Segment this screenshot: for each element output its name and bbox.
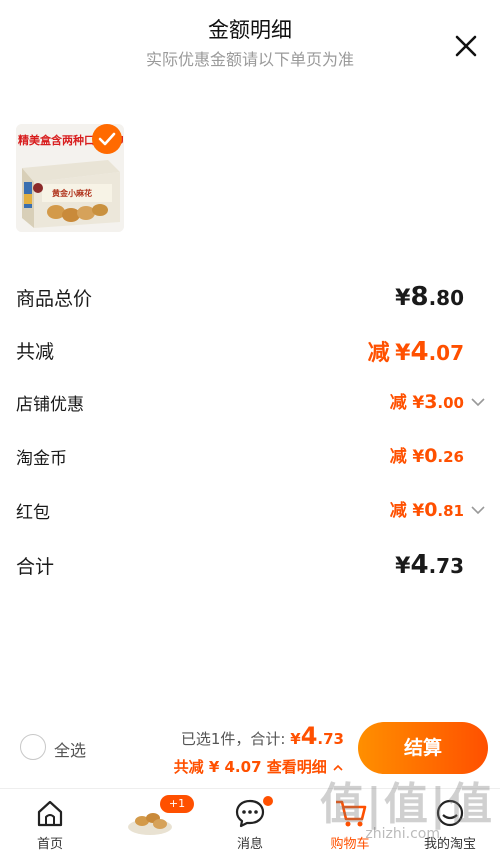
amount-decimal: .26	[437, 448, 464, 466]
tao-coin-label: 淘金币	[16, 449, 67, 469]
select-all-label: 全选	[54, 741, 87, 760]
red-packet-value: 减 ¥0.81	[390, 496, 464, 521]
detail-header: 金额明细 实际优惠金额请以下单页为准	[0, 0, 500, 80]
product-box-text: 黄金小麻花	[52, 189, 92, 198]
amount-integer: 0	[424, 499, 438, 521]
goods-total-value: ¥8.80	[395, 282, 464, 312]
amount-integer: 3	[424, 391, 438, 413]
row-tao-coin: 淘金币 减 ¥0.26	[16, 438, 486, 478]
discount-prefix: 减	[389, 447, 407, 467]
product-banner-text: 精美盒含两种口	[18, 134, 95, 147]
amount-decimal: .73	[428, 554, 464, 578]
amount-integer: 4	[410, 550, 429, 580]
tab-messages-label: 消息	[236, 837, 263, 852]
chevron-down-icon[interactable]	[470, 502, 486, 518]
home-icon	[37, 800, 63, 827]
currency-symbol: ¥	[395, 341, 411, 366]
checkmark-icon	[98, 132, 116, 146]
currency-symbol: ¥	[412, 393, 425, 413]
sum-label: 合计	[16, 556, 55, 578]
currency-symbol: ¥	[395, 554, 411, 579]
chat-bubble-icon	[235, 799, 265, 828]
discount-total-text: 共减 ¥ 4.07	[173, 758, 262, 776]
goods-total-label: 商品总价	[16, 288, 93, 310]
discount-prefix: 减	[367, 341, 390, 366]
row-goods-total: 商品总价 ¥8.80	[16, 278, 486, 318]
selected-summary: 已选1件，合计: ¥4.73	[181, 722, 344, 750]
item-checkbox[interactable]	[92, 124, 122, 154]
order-summary: 已选1件，合计: ¥4.73 共减 ¥ 4.07 查看明细	[144, 722, 344, 782]
discount-prefix: 减	[389, 501, 407, 521]
shop-coupon-value: 减 ¥3.00	[390, 388, 464, 413]
amount-integer: 4	[300, 722, 318, 750]
currency-symbol: ¥	[412, 447, 425, 467]
currency-symbol: ¥	[395, 286, 411, 311]
amount-decimal: .07	[428, 341, 464, 365]
site-watermark: 值|值|值	[319, 779, 494, 830]
amount-decimal: .00	[437, 394, 464, 412]
summary-total: ¥4.73	[290, 722, 344, 750]
plus-one-badge: +1	[160, 795, 194, 813]
row-shop-coupon[interactable]: 店铺优惠 减 ¥3.00	[16, 384, 486, 424]
select-all-radio[interactable]	[20, 734, 46, 760]
amount-decimal: .81	[437, 502, 464, 520]
view-detail-link[interactable]: 查看明细	[267, 758, 327, 776]
page-subtitle: 实际优惠金额请以下单页为准	[145, 50, 354, 69]
shop-coupon-label: 店铺优惠	[16, 395, 84, 415]
site-watermark-url: zhizhi.com	[365, 826, 440, 842]
close-button[interactable]	[450, 30, 482, 62]
tab-messages[interactable]: 消息	[200, 789, 300, 852]
total-discount-label: 共减	[16, 341, 55, 363]
red-packet-label: 红包	[16, 503, 50, 523]
tab-home[interactable]: 首页	[0, 789, 100, 852]
amount-integer: 0	[424, 445, 438, 467]
amount-integer: 8	[410, 282, 429, 312]
tab-product-preview[interactable]: +1	[100, 789, 200, 852]
page-title: 金额明细	[208, 18, 292, 42]
total-discount-value: 减 ¥4.07	[368, 335, 464, 367]
discount-summary[interactable]: 共减 ¥ 4.07 查看明细	[174, 756, 344, 777]
currency-symbol: ¥	[412, 501, 425, 521]
amount-integer: 4	[410, 337, 429, 367]
row-sum: 合计 ¥4.73	[16, 546, 486, 586]
sum-value: ¥4.73	[395, 550, 464, 580]
tab-home-label: 首页	[36, 837, 63, 852]
close-icon	[455, 35, 477, 57]
currency-symbol: ¥	[290, 730, 301, 748]
selected-count-text: 已选1件，合计:	[180, 730, 286, 748]
checkout-button[interactable]: 结算	[358, 722, 488, 774]
row-total-discount: 共减 减 ¥4.07	[16, 331, 486, 371]
message-dot-badge	[263, 796, 273, 806]
discount-prefix: 减	[389, 393, 407, 413]
tao-coin-value: 减 ¥0.26	[390, 442, 464, 467]
amount-decimal: .80	[428, 286, 464, 310]
row-red-packet[interactable]: 红包 减 ¥0.81	[16, 492, 486, 532]
chevron-down-icon[interactable]	[470, 394, 486, 410]
amount-decimal: .73	[317, 730, 344, 748]
